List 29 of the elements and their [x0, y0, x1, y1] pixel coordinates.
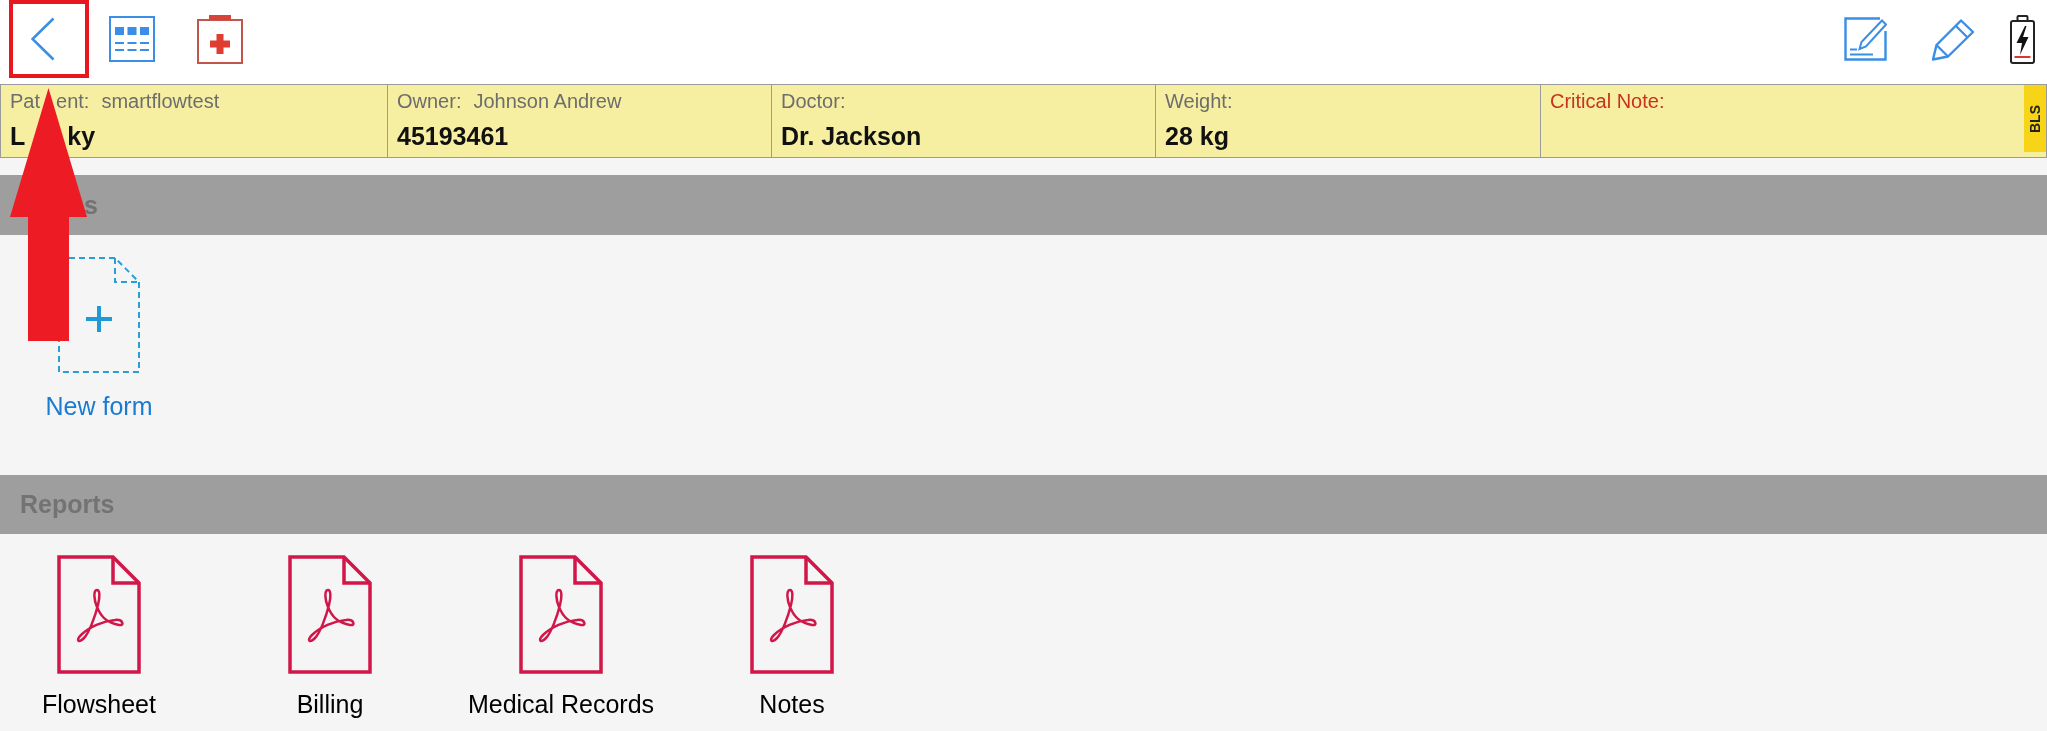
pdf-document-icon[interactable] [750, 555, 834, 674]
field-label: ent: [56, 91, 90, 111]
field-label: Critical Note: [1550, 91, 1665, 111]
medical-kit-icon[interactable] [197, 14, 243, 64]
pencil-icon[interactable] [1931, 17, 1975, 61]
field-value: 28 kg [1165, 124, 1229, 149]
report-label[interactable]: Flowsheet [42, 690, 156, 718]
field-value: ky [67, 124, 96, 149]
pdf-document-icon[interactable] [288, 555, 372, 674]
field-label: Doctor: [781, 91, 846, 111]
pdf-document-icon[interactable] [519, 555, 603, 674]
bls-tag: BLS [2024, 85, 2046, 152]
field-value: 45193461 [397, 124, 509, 149]
pdf-document-icon[interactable] [57, 555, 141, 674]
field-value: Dr. Jackson [781, 124, 922, 149]
field-value: L [10, 124, 26, 149]
field-detail: smartflowtest [101, 91, 220, 111]
field-label: Pat [10, 91, 41, 111]
chevron-left-icon[interactable] [31, 17, 55, 61]
report-label[interactable]: Notes [759, 690, 825, 718]
field-detail: Johnson Andrew [473, 91, 622, 111]
field-label: Weight: [1165, 91, 1233, 111]
field-label: Owner: [397, 91, 462, 111]
compose-icon[interactable] [1844, 17, 1887, 61]
report-label[interactable]: Billing [296, 690, 364, 718]
report-label[interactable]: Medical Records [467, 690, 655, 718]
new-form-link[interactable]: New form [45, 392, 153, 420]
table-icon[interactable] [109, 16, 155, 62]
battery-charging-icon [2010, 14, 2035, 64]
